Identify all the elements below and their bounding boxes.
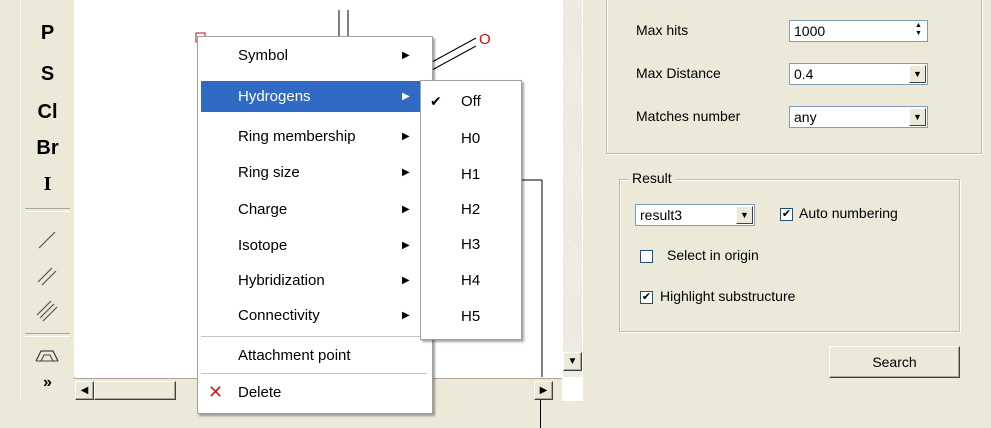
max-hits-value: 1000 xyxy=(794,23,826,39)
submenu-arrow-icon: ▶ xyxy=(402,91,410,102)
submenu-arrow-icon: ▶ xyxy=(402,131,410,142)
submenu-arrow-icon: ▶ xyxy=(402,167,410,178)
auto-numbering-label: Auto numbering xyxy=(799,205,898,221)
max-hits-spinner[interactable]: 1000 ▲ ▼ xyxy=(789,20,928,42)
menu-item-hydrogens[interactable]: Hydrogens ▶ xyxy=(201,81,421,112)
dropdown-arrow-icon[interactable]: ▼ xyxy=(909,65,926,83)
menu-item-ring-size[interactable]: Ring size ▶ xyxy=(201,157,429,188)
element-button-s[interactable]: S xyxy=(21,63,74,86)
ring-template-icon[interactable] xyxy=(33,345,61,367)
menu-separator xyxy=(201,336,427,337)
more-tools-chevron-icon[interactable]: » xyxy=(21,374,74,392)
select-in-origin-checkbox[interactable] xyxy=(640,250,653,263)
callout-line xyxy=(540,400,541,428)
menu-separator xyxy=(201,373,427,374)
select-in-origin-label: Select in origin xyxy=(667,247,759,263)
horizontal-scroll-thumb[interactable] xyxy=(94,381,176,400)
max-hits-label: Max hits xyxy=(636,22,689,38)
hydrogen-option-h5[interactable]: H5 xyxy=(424,301,518,332)
submenu-arrow-icon: ▶ xyxy=(402,240,410,251)
element-button-br[interactable]: Br xyxy=(21,137,74,160)
menu-item-ring-membership[interactable]: Ring membership ▶ xyxy=(201,121,429,152)
element-button-cl[interactable]: Cl xyxy=(21,101,74,124)
double-bond-icon[interactable] xyxy=(35,264,59,288)
menu-item-hybridization[interactable]: Hybridization ▶ xyxy=(201,265,429,296)
checkmark-icon: ✔ xyxy=(430,93,442,109)
matches-number-select[interactable]: any ▼ xyxy=(789,106,928,128)
menu-item-symbol[interactable]: Symbol ▶ xyxy=(201,40,429,71)
atom-context-menu: Symbol ▶ Hydrogens ▶ Ring membership ▶ Ring… xyxy=(197,36,433,414)
toolbar-separator xyxy=(25,333,70,337)
dropdown-arrow-icon[interactable]: ▼ xyxy=(736,206,753,224)
hydrogens-submenu: ✔ Off H0 H1 H2 H3 H4 H5 xyxy=(420,80,522,340)
hydrogen-option-h4[interactable]: H4 xyxy=(424,265,518,296)
toolbar-separator xyxy=(25,208,70,212)
hydrogen-option-h3[interactable]: H3 xyxy=(424,229,518,260)
auto-numbering-checkbox[interactable]: ✔ xyxy=(780,208,793,221)
scroll-down-arrow-icon[interactable]: ▼ xyxy=(563,352,582,371)
search-options-panel: Max hits 1000 ▲ ▼ Max Distance 0.4 ▼ Matc… xyxy=(583,0,991,428)
menu-item-delete[interactable]: ✕ Delete xyxy=(201,377,429,408)
dropdown-arrow-icon[interactable]: ▼ xyxy=(909,108,926,126)
menu-item-charge[interactable]: Charge ▶ xyxy=(201,194,429,225)
result-group-label: Result xyxy=(629,170,675,186)
result-select[interactable]: result3 ▼ xyxy=(635,204,755,226)
submenu-arrow-icon: ▶ xyxy=(402,310,410,321)
scroll-left-arrow-icon[interactable]: ◀ xyxy=(75,381,94,400)
delete-x-icon: ✕ xyxy=(208,382,224,402)
max-distance-label: Max Distance xyxy=(636,65,721,81)
max-distance-value: 0.4 xyxy=(794,66,814,82)
element-button-p[interactable]: P xyxy=(21,22,74,45)
result-select-value: result3 xyxy=(640,207,683,223)
oxygen-atom-label: O xyxy=(479,31,491,48)
element-toolbar: P S Cl Br I » xyxy=(20,0,75,401)
max-distance-select[interactable]: 0.4 ▼ xyxy=(789,63,928,85)
hydrogen-option-h1[interactable]: H1 xyxy=(424,159,518,190)
triple-bond-icon[interactable] xyxy=(35,298,59,322)
window-left-edge xyxy=(0,0,20,401)
menu-item-connectivity[interactable]: Connectivity ▶ xyxy=(201,300,429,331)
hydrogen-option-h0[interactable]: H0 xyxy=(424,123,518,154)
highlight-substructure-label: Highlight substructure xyxy=(660,288,796,304)
vertical-scrollbar[interactable]: ▼ xyxy=(563,0,582,377)
highlight-substructure-checkbox[interactable]: ✔ xyxy=(640,291,653,304)
spinner-arrows-icon[interactable]: ▲ ▼ xyxy=(911,22,926,40)
hydrogen-option-off[interactable]: ✔ Off xyxy=(424,86,518,117)
menu-item-attachment-point[interactable]: Attachment point xyxy=(201,340,429,371)
search-button[interactable]: Search xyxy=(829,346,960,378)
matches-number-label: Matches number xyxy=(636,108,741,124)
single-bond-icon[interactable] xyxy=(35,228,59,252)
submenu-arrow-icon: ▶ xyxy=(402,275,410,286)
scroll-right-arrow-icon[interactable]: ▶ xyxy=(534,381,553,400)
menu-item-isotope[interactable]: Isotope ▶ xyxy=(201,230,429,261)
matches-number-value: any xyxy=(794,109,817,125)
submenu-arrow-icon: ▶ xyxy=(402,50,410,61)
submenu-arrow-icon: ▶ xyxy=(402,204,410,215)
element-button-i[interactable]: I xyxy=(21,173,74,196)
hydrogen-option-h2[interactable]: H2 xyxy=(424,194,518,225)
